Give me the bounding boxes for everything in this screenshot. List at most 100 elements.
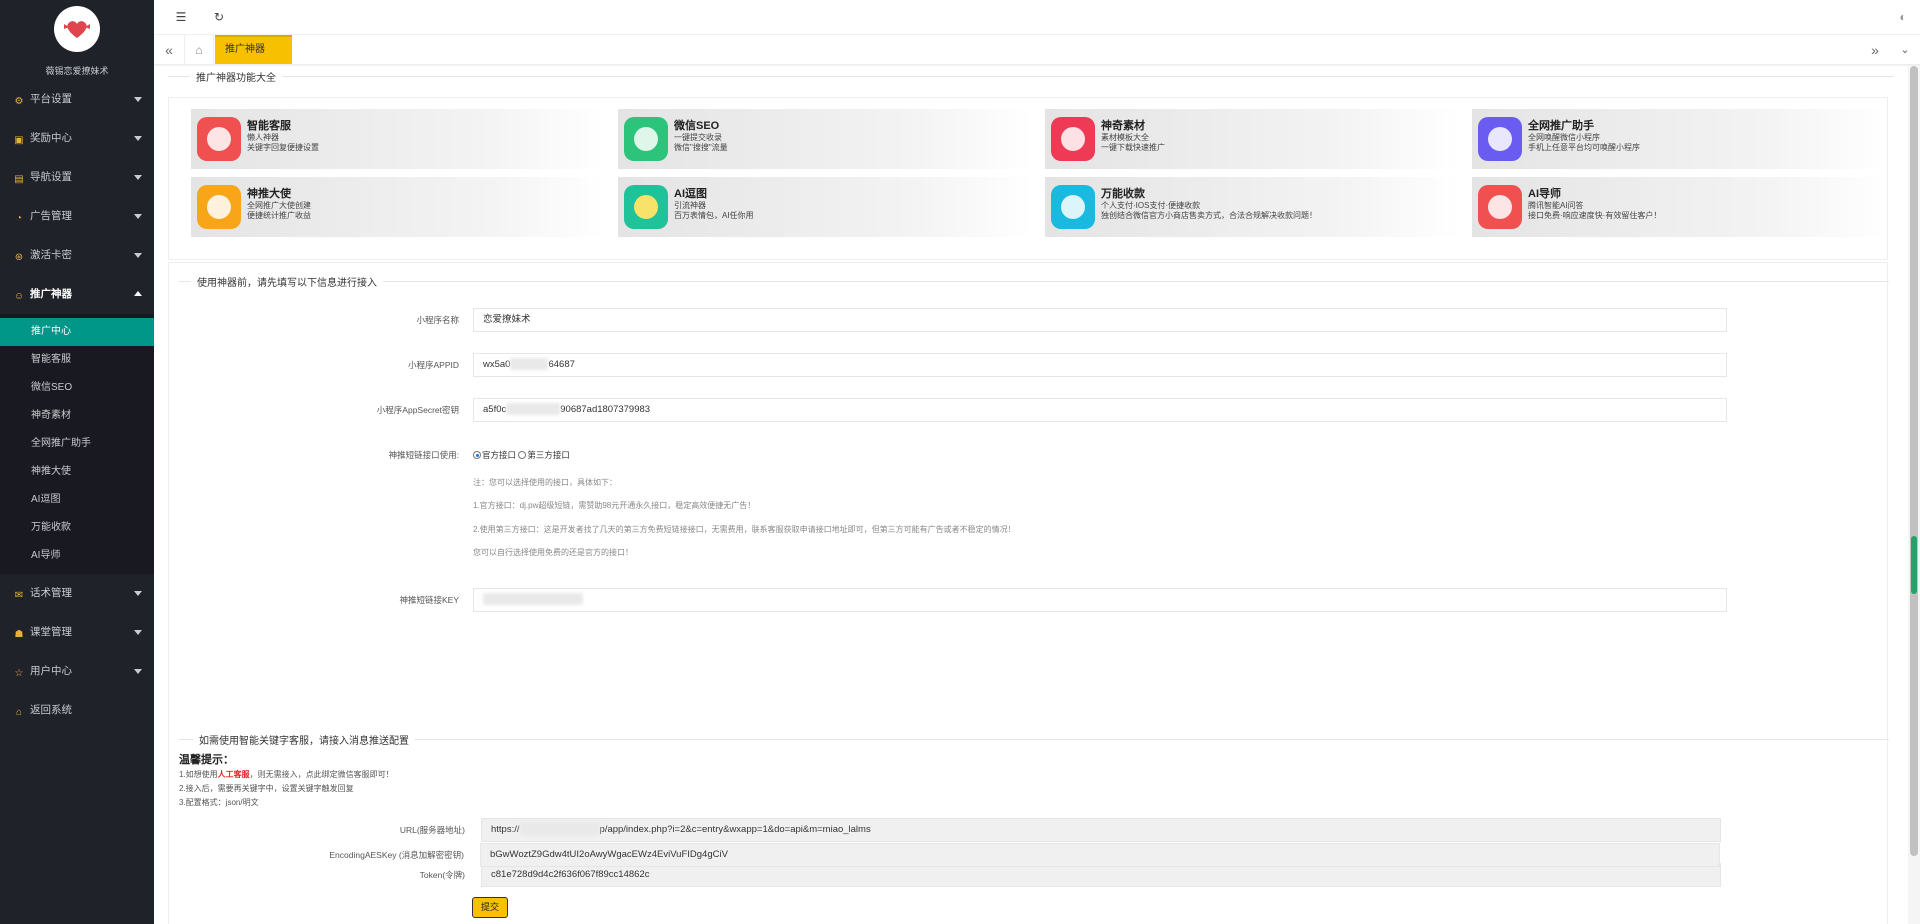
home-tab-icon[interactable]: ⌂ <box>184 35 214 65</box>
feature-desc: 百万表情包，AI任你用 <box>674 211 754 220</box>
key-label: 神推短链接KEY <box>399 595 459 605</box>
sidebar-subitem-ai-meme[interactable]: AI逗图 <box>0 486 154 514</box>
feature-card-materials[interactable]: 神奇素材 素材模板大全 一键下载快速推广 <box>1045 109 1460 169</box>
sidebar-item-label: 奖励中心 <box>30 132 72 144</box>
submit-button[interactable]: 提交 <box>472 897 508 918</box>
form-row-aes: EncodingAESKey (消息加解密密钥) bGwWoztZ9Gdw4tU… <box>168 843 1888 867</box>
url-label: URL(服务器地址) <box>399 825 465 835</box>
sidebar-item-return[interactable]: ⌂ 返回系统 <box>0 691 154 730</box>
logo[interactable] <box>54 6 100 52</box>
sidebar-subitem-promotion-center[interactable]: 推广中心 <box>0 318 154 346</box>
form-row-app-name: 小程序名称 恋爱撩妹术 <box>169 308 1889 332</box>
tip-1-rest[interactable]: ，则无需接入，点此绑定微信客服即可！ <box>250 770 394 779</box>
appid-suffix: 64687 <box>548 359 575 370</box>
aes-key-input[interactable]: bGwWoztZ9Gdw4tUI2oAwyWgacEWz4EviVuFIDg4g… <box>480 843 1720 867</box>
manual-service-link[interactable]: 人工客服 <box>218 770 250 779</box>
sidebar-item-label: 平台设置 <box>30 93 72 105</box>
nav-icon: ▤ <box>14 174 24 185</box>
sidebar-subitem-wechat-seo[interactable]: 微信SEO <box>0 374 154 402</box>
redacted-mask <box>510 358 549 371</box>
refresh-icon[interactable]: ↻ <box>212 10 226 24</box>
radio-third-party[interactable] <box>518 451 527 459</box>
appid-prefix: wx5a0 <box>483 359 511 370</box>
tabs-scroll-right-icon[interactable]: » <box>1860 35 1890 65</box>
sidebar-item-promotion-tools[interactable]: ☺ 推广神器 <box>0 275 154 314</box>
key-input[interactable] <box>473 588 1727 612</box>
caret-down-icon <box>134 630 142 635</box>
radio-third-party-label[interactable]: 第三方接口 <box>527 450 570 460</box>
radio-official[interactable] <box>473 451 481 459</box>
scroll-indicator <box>1911 536 1917 594</box>
caret-down-icon <box>134 136 142 141</box>
caret-down-icon <box>134 253 142 258</box>
sidebar-item-activation-codes[interactable]: ⊛ 激活卡密 <box>0 236 154 275</box>
sidebar-item-navigation[interactable]: ▤ 导航设置 <box>0 158 154 197</box>
sidebar-item-label: 广告管理 <box>30 210 72 222</box>
sidebar-item-label: 返回系统 <box>30 704 72 716</box>
feature-card-wechat-seo[interactable]: 微信SEO 一键提交收录 微信"搜搜"流量 <box>618 109 1033 169</box>
sidebar-item-classroom[interactable]: ☗ 课堂管理 <box>0 613 154 652</box>
server-url-input[interactable]: https:// p/app/index.php?i=2&c=entry&wxap… <box>481 818 1721 842</box>
sidebar-item-scripts[interactable]: ✉ 话术管理 <box>0 574 154 613</box>
ambassador-icon <box>197 185 241 229</box>
sidebar-submenu: 推广中心 智能客服 微信SEO 神奇素材 全网推广助手 神推大使 AI逗图 万能… <box>0 314 154 574</box>
feature-title: 微信SEO <box>674 120 720 132</box>
material-icon <box>1051 117 1095 161</box>
brand-name: 薇锡恋爱撩妹术 <box>45 66 109 76</box>
sidebar-item-users[interactable]: ☆ 用户中心 <box>0 652 154 691</box>
theme-icon[interactable]: ◐ <box>1896 10 1910 24</box>
key-icon: ⊛ <box>14 252 24 263</box>
divider <box>179 281 1889 282</box>
feature-desc: 接口免费·响应速度快·有效留住客户！ <box>1528 211 1662 220</box>
menu-toggle-icon[interactable]: ☰ <box>174 10 188 24</box>
divider <box>168 76 1894 77</box>
tab-promotion-tools[interactable]: 推广神器 <box>215 35 292 64</box>
sidebar-subitem-materials[interactable]: 神奇素材 <box>0 402 154 430</box>
form-row-key: 神推短链接KEY <box>169 588 1889 612</box>
sidebar-subitem-smart-service[interactable]: 智能客服 <box>0 346 154 374</box>
gift-icon: ▣ <box>14 135 24 146</box>
feature-grid: 智能客服 懒人神器 关键字回复便捷设置 微信SEO 一键提交收录 微信"搜搜"流… <box>168 97 1888 260</box>
secret-prefix: a5f0c <box>483 404 507 415</box>
home-icon: ⌂ <box>15 707 23 718</box>
appid-input[interactable]: wx5a0 64687 <box>473 353 1727 377</box>
form-row-secret: 小程序AppSecret密钥 a5f0c 90687ad1807379983 <box>169 398 1889 422</box>
sidebar-item-label: 话术管理 <box>30 587 72 599</box>
sidebar-subitem-network-assistant[interactable]: 全网推广助手 <box>0 430 154 458</box>
scrollbar[interactable] <box>1908 66 1920 924</box>
scroll-thumb[interactable] <box>1910 66 1918 856</box>
form-row-appid: 小程序APPID wx5a0 64687 <box>169 353 1889 377</box>
feature-card-network-assistant[interactable]: 全网推广助手 全网唤醒微信小程序 手机上任意平台均可唤醒小程序 <box>1472 109 1887 169</box>
secret-input[interactable]: a5f0c 90687ad1807379983 <box>473 398 1727 422</box>
sidebar-subitem-ambassador[interactable]: 神推大使 <box>0 458 154 486</box>
sidebar-item-ads[interactable]: ◔ 广告管理 <box>0 197 154 236</box>
sidebar-item-platform-settings[interactable]: ⚙ 平台设置 <box>0 80 154 119</box>
sidebar-subitem-ai-tutor[interactable]: AI导师 <box>0 542 154 570</box>
radio-official-label[interactable]: 官方接口 <box>482 450 516 460</box>
sidebar-item-label: 导航设置 <box>30 171 72 183</box>
class-icon: ☗ <box>14 629 24 640</box>
form-row-api: 神推短链接口使用: <box>169 443 1889 467</box>
form-row-url: URL(服务器地址) https:// p/app/index.php?i=2&c… <box>169 818 1889 842</box>
feature-card-smart-service[interactable]: 智能客服 懒人神器 关键字回复便捷设置 <box>191 109 606 169</box>
feature-card-ai-meme[interactable]: AI逗图 引流神器 百万表情包，AI任你用 <box>618 177 1033 237</box>
sidebar-item-label: 激活卡密 <box>30 249 72 261</box>
feature-title: AI逗图 <box>674 188 707 200</box>
form-legend: 使用神器前，请先填写以下信息进行接入 <box>169 271 1889 291</box>
api-radio-group: 官方接口 第三方接口 <box>473 449 570 461</box>
tabs-scroll-left-icon[interactable]: « <box>154 35 184 65</box>
sidebar-item-rewards[interactable]: ▣ 奖励中心 <box>0 119 154 158</box>
app-name-input[interactable]: 恋爱撩妹术 <box>473 308 1727 332</box>
heart-wings-icon <box>64 21 90 38</box>
feature-desc: 关键字回复便捷设置 <box>247 143 319 152</box>
feature-card-payments[interactable]: 万能收款 个人支付·IOS支付·便捷收款 独创结合微信官方小商店售卖方式，合法合… <box>1045 177 1460 237</box>
aes-label: EncodingAESKey (消息加解密密钥) <box>329 850 464 860</box>
tip-2: 2.接入后，需要再关键字中，设置关键字触发回复 <box>179 784 354 793</box>
feature-card-ambassador[interactable]: 神推大使 全网推广大使创建 便捷统计推广收益 <box>191 177 606 237</box>
feature-card-ai-tutor[interactable]: AI导师 腾讯智能AI问答 接口免费·响应速度快·有效留住客户！ <box>1472 177 1887 237</box>
wechat-legend-text: 如需使用智能关键字客服，请接入消息推送配置 <box>193 732 415 747</box>
redacted-mask <box>483 593 583 606</box>
sidebar-subitem-payments[interactable]: 万能收款 <box>0 514 154 542</box>
divider <box>179 739 1889 740</box>
tabs-dropdown-icon[interactable]: ⌄ <box>1890 35 1920 65</box>
